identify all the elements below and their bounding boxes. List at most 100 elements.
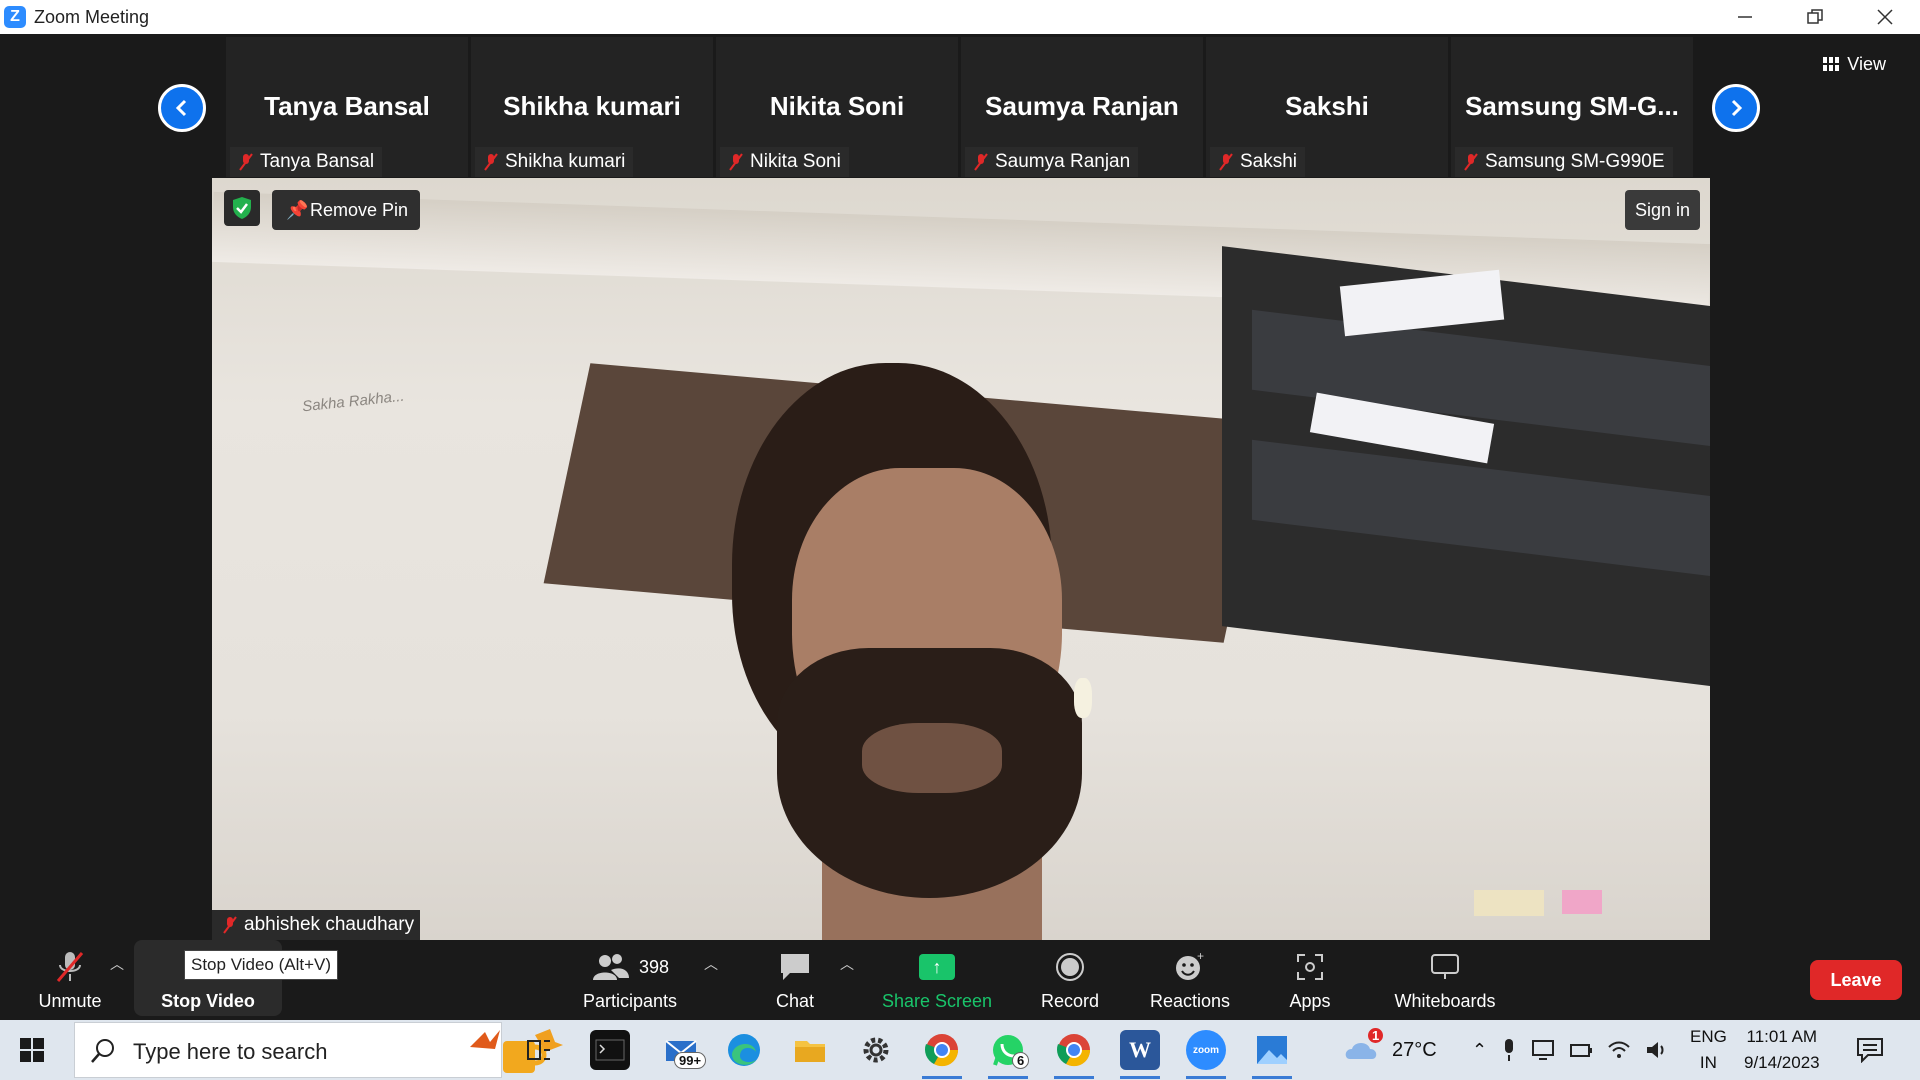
whatsapp-icon[interactable]: 6 (988, 1030, 1030, 1070)
participant-name-label: Samsung SM-G990E (1455, 147, 1673, 177)
svg-text:+: + (1197, 950, 1204, 963)
participant-tile[interactable]: Saumya Ranjan Saumya Ranjan (961, 37, 1203, 177)
unmute-button[interactable]: Unmute (30, 940, 110, 1020)
restore-button[interactable] (1780, 0, 1850, 34)
participant-name-label: Saumya Ranjan (965, 147, 1139, 177)
chrome-browser-icon[interactable] (922, 1030, 962, 1070)
participants-button[interactable]: 398 Participants (580, 940, 680, 1020)
active-app-indicator (988, 1076, 1028, 1079)
remove-pin-button[interactable]: 📌 Remove Pin (272, 190, 421, 230)
pin-icon: 📌 (286, 200, 309, 220)
photos-icon[interactable] (1252, 1030, 1292, 1070)
grid-view-icon (1823, 57, 1840, 71)
chevron-left-icon (175, 99, 187, 117)
windows-start-icon[interactable] (20, 1038, 44, 1062)
strip-next-button[interactable] (1712, 84, 1760, 132)
title-bar: Z Zoom Meeting (0, 0, 1920, 34)
search-placeholder: Type here to search (133, 1039, 328, 1064)
display-settings-icon[interactable] (1531, 1039, 1555, 1061)
mic-muted-icon (1219, 153, 1233, 171)
chat-options-caret[interactable]: ︿ (840, 954, 854, 974)
speaker-icon[interactable] (1645, 1039, 1669, 1061)
whatsapp-badge: 6 (1012, 1052, 1030, 1069)
participant-display-name: Shikha kumari (503, 91, 681, 121)
clock[interactable]: 11:01 AM 9/14/2023 (1744, 1020, 1820, 1080)
video-sticky-note (1562, 890, 1602, 914)
mail-badge: 99+ (674, 1052, 707, 1069)
window-title: Zoom Meeting (34, 6, 150, 27)
active-app-indicator (1054, 1076, 1094, 1079)
view-button[interactable]: View (1813, 48, 1896, 80)
edge-browser-icon[interactable] (724, 1030, 764, 1070)
settings-gear-icon[interactable] (856, 1030, 896, 1070)
active-app-indicator (922, 1076, 962, 1079)
wifi-icon[interactable] (1607, 1039, 1631, 1061)
participants-options-caret[interactable]: ︿ (704, 954, 718, 974)
meeting-area: Tanya Bansal Tanya Bansal Shikha kumari … (0, 34, 1920, 1020)
video-sticky-note (1474, 890, 1544, 916)
share-screen-button[interactable]: ↑ Share Screen (880, 940, 994, 1020)
sign-in-button[interactable]: Sign in (1624, 190, 1700, 230)
clock-date: 9/14/2023 (1744, 1053, 1820, 1072)
participant-display-name: Sakshi (1285, 91, 1369, 121)
battery-icon[interactable] (1569, 1040, 1593, 1060)
minimize-icon (1738, 16, 1752, 18)
chrome-profile-icon[interactable] (1054, 1030, 1094, 1070)
language-indicator[interactable]: ENG IN (1690, 1020, 1727, 1080)
leave-button[interactable]: Leave (1810, 960, 1902, 1000)
chevron-right-icon (1731, 99, 1743, 117)
word-icon[interactable]: W (1120, 1030, 1160, 1070)
close-button[interactable] (1850, 0, 1920, 34)
participant-display-name: Tanya Bansal (264, 91, 430, 121)
zoom-app-icon[interactable]: zoom (1186, 1030, 1226, 1070)
strip-prev-button[interactable] (158, 84, 206, 132)
chevron-up-icon[interactable]: ⌃ (1472, 1040, 1487, 1061)
participant-tile[interactable]: Shikha kumari Shikha kumari (471, 37, 713, 177)
participant-name-label: Tanya Bansal (230, 147, 383, 177)
apps-icon (1295, 947, 1325, 987)
encryption-shield-icon[interactable] (224, 190, 260, 226)
mic-muted-icon (223, 916, 237, 934)
chat-icon (778, 947, 812, 987)
record-button[interactable]: Record (1030, 940, 1110, 1020)
windows-taskbar: Type here to search 99+ 6 W zoom 1 27°C … (0, 1020, 1920, 1080)
file-explorer-icon[interactable] (790, 1030, 830, 1070)
search-icon (91, 1039, 114, 1063)
wall-scribble: Sakha Rakha... (301, 387, 406, 416)
task-view-icon[interactable] (518, 1030, 558, 1070)
clock-time: 11:01 AM (1746, 1027, 1818, 1046)
whiteboards-button[interactable]: Whiteboards (1385, 940, 1505, 1020)
stop-video-tooltip: Stop Video (Alt+V) (184, 950, 339, 980)
restore-icon (1807, 9, 1823, 24)
chat-button[interactable]: Chat (760, 940, 830, 1020)
mic-muted-icon (53, 947, 87, 987)
mic-muted-icon (239, 153, 253, 171)
participant-tile[interactable]: Sakshi Sakshi (1206, 37, 1448, 177)
terminal-icon[interactable] (590, 1030, 630, 1070)
participant-tile[interactable]: Samsung SM-G... Samsung SM-G990E (1451, 37, 1693, 177)
microphone-icon[interactable] (1501, 1037, 1517, 1063)
active-app-indicator (1252, 1076, 1292, 1079)
notifications-icon[interactable] (1856, 1020, 1884, 1080)
participant-tile[interactable]: Nikita Soni Nikita Soni (716, 37, 958, 177)
whiteboard-icon (1429, 947, 1461, 987)
participants-count: 398 (638, 956, 670, 977)
minimize-button[interactable] (1710, 0, 1780, 34)
participant-tile[interactable]: Tanya Bansal Tanya Bansal (226, 37, 468, 177)
mic-muted-icon (729, 153, 743, 171)
participant-name-label: Sakshi (1210, 147, 1306, 177)
active-app-indicator (1186, 1076, 1226, 1079)
taskbar-search-box[interactable]: Type here to search (74, 1022, 563, 1078)
main-video[interactable]: Sakha Rakha... 📌 Remove Pin Sign in abhi… (212, 178, 1710, 940)
self-name-label: abhishek chaudhary (212, 910, 421, 940)
participant-name-label: Nikita Soni (720, 147, 849, 177)
reactions-button[interactable]: + Reactions (1145, 940, 1235, 1020)
weather-widget[interactable]: 1 27°C (1342, 1020, 1437, 1080)
participant-name-label: Shikha kumari (475, 147, 634, 177)
mic-muted-icon (1464, 153, 1478, 171)
mail-icon[interactable]: 99+ (662, 1030, 707, 1070)
record-icon (1054, 947, 1086, 987)
audio-options-caret[interactable]: ︿ (110, 954, 124, 974)
apps-button[interactable]: Apps (1270, 940, 1350, 1020)
participant-display-name: Saumya Ranjan (985, 91, 1179, 121)
